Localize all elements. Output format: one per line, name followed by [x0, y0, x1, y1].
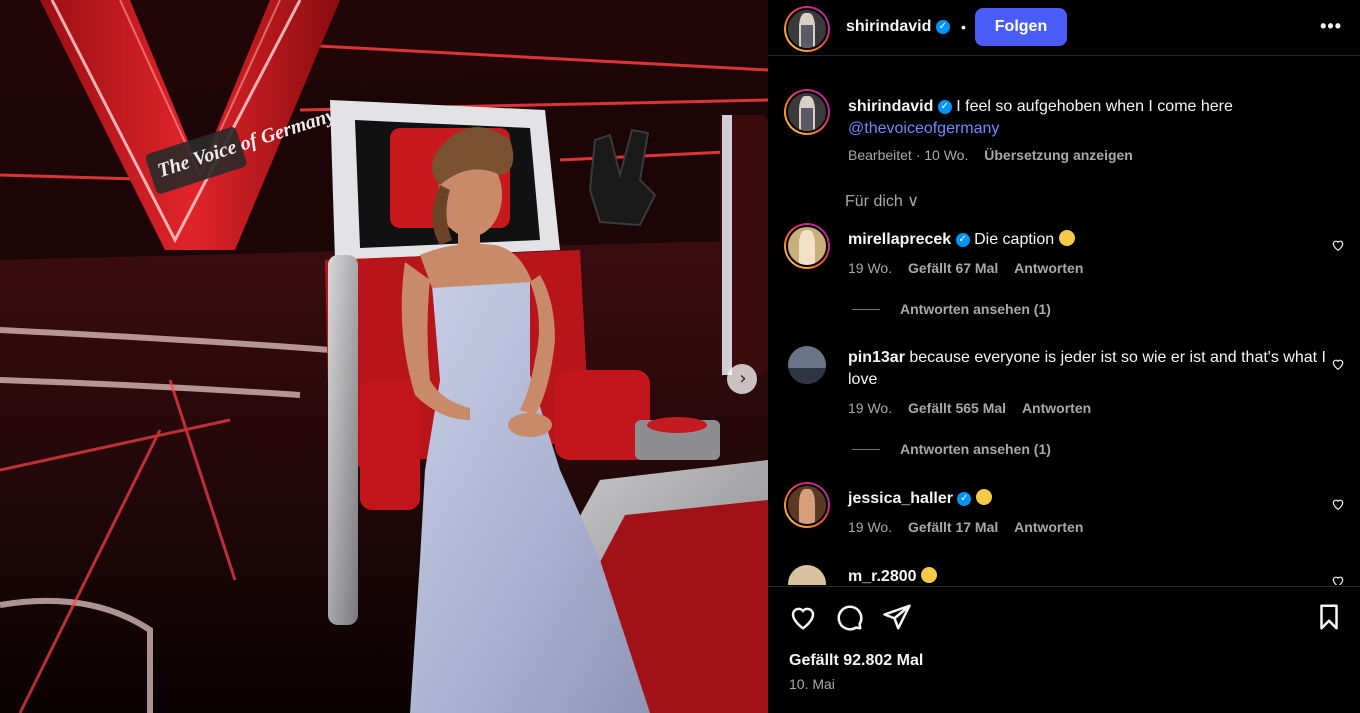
view-replies-button[interactable]: Antworten ansehen (1) [900, 441, 1051, 457]
comment-username[interactable]: pin13ar [848, 349, 905, 366]
comment-item: mirellaprecek ✓ Die caption [848, 229, 1328, 251]
like-comment-icon[interactable] [1331, 238, 1345, 252]
caption-text: I feel so aufgehoben when I come here [956, 98, 1233, 115]
like-heart-icon[interactable] [788, 602, 818, 632]
comment-meta: 19 Wo. Gefällt 565 Mal Antworten [848, 400, 1091, 416]
translate-link[interactable]: Übersetzung anzeigen [984, 147, 1133, 163]
caption: shirindavid ✓ I feel so aufgehoben when … [848, 96, 1328, 140]
next-image-button[interactable]: › [727, 364, 757, 394]
comment-likes[interactable]: Gefällt 565 Mal [908, 400, 1006, 416]
grimace-emoji-icon [1058, 230, 1075, 246]
follow-button[interactable]: Folgen [975, 8, 1067, 46]
caption-username[interactable]: shirindavid [848, 98, 933, 115]
post-date: 10. Mai [789, 676, 835, 692]
verified-badge-icon: ✓ [937, 99, 952, 114]
comment-text: Die caption [974, 231, 1055, 248]
like-comment-icon[interactable] [1331, 357, 1345, 371]
comment-username[interactable]: m_r.2800 [848, 568, 917, 585]
verified-badge-icon: ✓ [957, 491, 972, 506]
verified-badge-icon: ✓ [955, 232, 970, 247]
comments-list[interactable]: shirindavid ✓ I feel so aufgehoben when … [768, 57, 1360, 585]
post-sidebar: shirindavid ✓ • Folgen ••• shirindavid ✓… [768, 0, 1360, 713]
bookmark-icon[interactable] [1314, 602, 1344, 632]
post-media: The Voice of Germany › [0, 0, 768, 713]
view-replies-button[interactable]: Antworten ansehen (1) [900, 301, 1051, 317]
replies-divider [852, 449, 880, 450]
comment-item: pin13ar because everyone is jeder ist so… [848, 347, 1328, 391]
comment-avatar[interactable] [788, 346, 826, 384]
edited-label: Bearbeitet · 10 Wo. [848, 147, 969, 163]
chevron-right-icon: › [739, 368, 747, 389]
mention-link[interactable]: @thevoiceofgermany [848, 120, 999, 137]
comment-time: 19 Wo. [848, 400, 893, 416]
comment-likes[interactable]: Gefällt 17 Mal [908, 519, 998, 535]
share-send-icon[interactable] [882, 602, 912, 632]
caption-meta: Bearbeitet · 10 Wo. Übersetzung anzeigen [848, 147, 1133, 163]
verified-badge-icon: ✓ [935, 19, 950, 34]
author-avatar[interactable] [784, 6, 830, 52]
comment-text: because everyone is jeder ist so wie er … [848, 349, 1326, 388]
more-options-icon[interactable]: ••• [1320, 16, 1342, 37]
like-comment-icon[interactable] [1331, 574, 1345, 585]
comment-meta: 19 Wo. Gefällt 67 Mal Antworten [848, 260, 1083, 276]
comment-time: 19 Wo. [848, 519, 893, 535]
comment-avatar[interactable] [784, 223, 830, 269]
post-header: shirindavid ✓ • Folgen ••• [768, 0, 1360, 56]
post-actions: Gefällt 92.802 Mal 10. Mai [768, 586, 1360, 713]
replies-divider [852, 309, 880, 310]
comment-item: m_r.2800 [848, 566, 1328, 585]
comment-item: jessica_haller ✓ [848, 488, 1328, 510]
reply-button[interactable]: Antworten [1014, 260, 1083, 276]
author-username[interactable]: shirindavid ✓ [846, 18, 950, 36]
comment-meta: 19 Wo. Gefällt 17 Mal Antworten [848, 519, 1083, 535]
like-count[interactable]: Gefällt 92.802 Mal [789, 652, 923, 670]
stage-photo: The Voice of Germany [0, 0, 768, 713]
reply-button[interactable]: Antworten [1014, 519, 1083, 535]
comment-time: 19 Wo. [848, 260, 893, 276]
caption-avatar[interactable] [784, 89, 830, 135]
heart-eyes-emoji-icon [920, 567, 937, 583]
comment-username[interactable]: mirellaprecek [848, 231, 951, 248]
reply-button[interactable]: Antworten [1022, 400, 1091, 416]
comment-username[interactable]: jessica_haller [848, 490, 953, 507]
separator-dot: • [961, 19, 966, 35]
sort-dropdown[interactable]: Für dich ∨ [845, 191, 919, 211]
comment-avatar[interactable] [788, 565, 826, 585]
comment-bubble-icon[interactable] [834, 602, 864, 632]
like-comment-icon[interactable] [1331, 497, 1345, 511]
heart-eyes-emoji-icon [975, 489, 992, 505]
comment-likes[interactable]: Gefällt 67 Mal [908, 260, 998, 276]
comment-avatar[interactable] [784, 482, 830, 528]
